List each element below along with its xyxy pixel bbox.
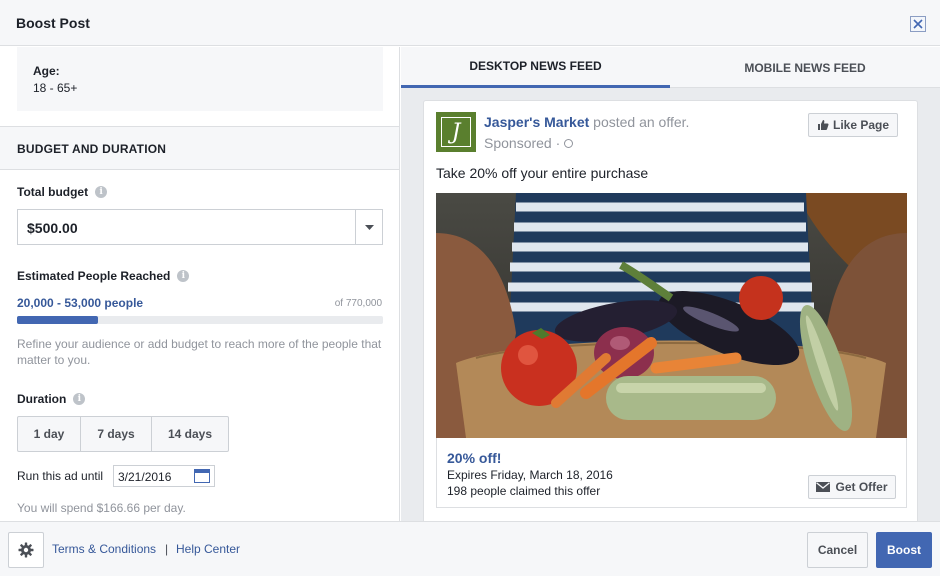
duration-7-days-button[interactable]: 7 days [81, 417, 152, 451]
page-avatar[interactable]: J [436, 112, 476, 152]
duration-14-days-button[interactable]: 14 days [152, 417, 228, 451]
dialog-title: Boost Post [16, 15, 90, 31]
calendar-icon[interactable] [194, 469, 210, 483]
end-date-value: 3/21/2016 [118, 470, 172, 484]
info-icon[interactable]: i [95, 186, 108, 198]
reach-note: Refine your audience or add budget to re… [17, 337, 382, 367]
close-icon[interactable] [910, 16, 926, 32]
dialog-header: Boost Post [0, 0, 940, 46]
get-offer-button[interactable]: Get Offer [808, 475, 896, 499]
reach-progress-fill [17, 316, 98, 324]
reach-total: of 770,000 [334, 298, 382, 309]
ad-preview-card: J Jasper's Market posted an offer. Spons… [423, 100, 918, 521]
reach-progress-bar [17, 316, 383, 324]
offer-claimed-count: 198 people claimed this offer [447, 484, 601, 498]
globe-icon [564, 138, 574, 148]
gear-icon [18, 542, 34, 558]
preview-panel: DESKTOP NEWS FEED MOBILE NEWS FEED J Jas… [401, 47, 940, 521]
tab-desktop-news-feed[interactable]: DESKTOP NEWS FEED [401, 47, 670, 88]
preview-tabs: DESKTOP NEWS FEED MOBILE NEWS FEED [401, 47, 940, 88]
settings-button[interactable] [8, 532, 44, 568]
like-page-button[interactable]: Like Page [808, 113, 898, 137]
reach-range: 20,000 - 53,000 people [17, 296, 144, 310]
budget-value: $500.00 [27, 220, 78, 236]
tab-mobile-news-feed[interactable]: MOBILE NEWS FEED [670, 47, 940, 88]
get-offer-label: Get Offer [835, 480, 888, 494]
boost-button[interactable]: Boost [876, 532, 932, 568]
budget-dropdown[interactable]: $500.00 [17, 209, 383, 245]
duration-label: Duration i [17, 392, 86, 406]
reach-label-text: Estimated People Reached [17, 269, 171, 283]
duration-selector: 1 day 7 days 14 days [17, 416, 229, 452]
daily-spend-text: You will spend $166.66 per day. [17, 501, 186, 515]
age-label: Age: [33, 64, 60, 78]
cancel-button[interactable]: Cancel [807, 532, 868, 568]
vegetables-photo [436, 193, 907, 438]
svg-text:J: J [448, 120, 462, 145]
total-budget-text: Total budget [17, 185, 89, 199]
duration-1-day-button[interactable]: 1 day [18, 417, 81, 451]
budget-section-heading: BUDGET AND DURATION [0, 126, 399, 170]
info-icon[interactable]: i [177, 270, 190, 282]
total-budget-label: Total budget i [17, 185, 108, 199]
audience-summary: Age: 18 - 65+ [17, 47, 383, 111]
dialog-footer: Terms & Conditions | Help Center Cancel … [0, 521, 940, 576]
post-header-line: Jasper's Market posted an offer. [484, 114, 689, 130]
like-page-label: Like Page [832, 118, 890, 132]
footer-separator: | [165, 542, 169, 556]
jaspers-market-logo-icon: J [441, 117, 471, 147]
offer-expiry: Expires Friday, March 18, 2016 [447, 468, 613, 482]
post-action-text: posted an offer. [593, 114, 690, 130]
thumbs-up-icon [817, 120, 829, 130]
end-date-input[interactable]: 3/21/2016 [113, 465, 215, 487]
offer-photo[interactable] [436, 193, 907, 438]
post-text: Take 20% off your entire purchase [436, 165, 649, 181]
settings-panel: Age: 18 - 65+ BUDGET AND DURATION Total … [0, 47, 400, 521]
info-icon[interactable]: i [73, 393, 86, 405]
offer-details: 20% off! Expires Friday, March 18, 2016 … [436, 438, 907, 508]
page-name-link[interactable]: Jasper's Market [484, 114, 589, 130]
envelope-icon [816, 482, 831, 492]
run-until-label: Run this ad until [17, 469, 104, 483]
chevron-down-icon[interactable] [355, 210, 382, 244]
reach-label: Estimated People Reached i [17, 269, 190, 283]
duration-label-text: Duration [17, 392, 67, 406]
sponsored-line: Sponsored · [484, 135, 574, 151]
offer-title[interactable]: 20% off! [447, 450, 501, 466]
help-center-link[interactable]: Help Center [176, 542, 240, 556]
section-title: BUDGET AND DURATION [17, 142, 167, 156]
age-value: 18 - 65+ [33, 81, 78, 95]
sponsored-label: Sponsored · [484, 135, 561, 151]
terms-link[interactable]: Terms & Conditions [52, 542, 156, 556]
